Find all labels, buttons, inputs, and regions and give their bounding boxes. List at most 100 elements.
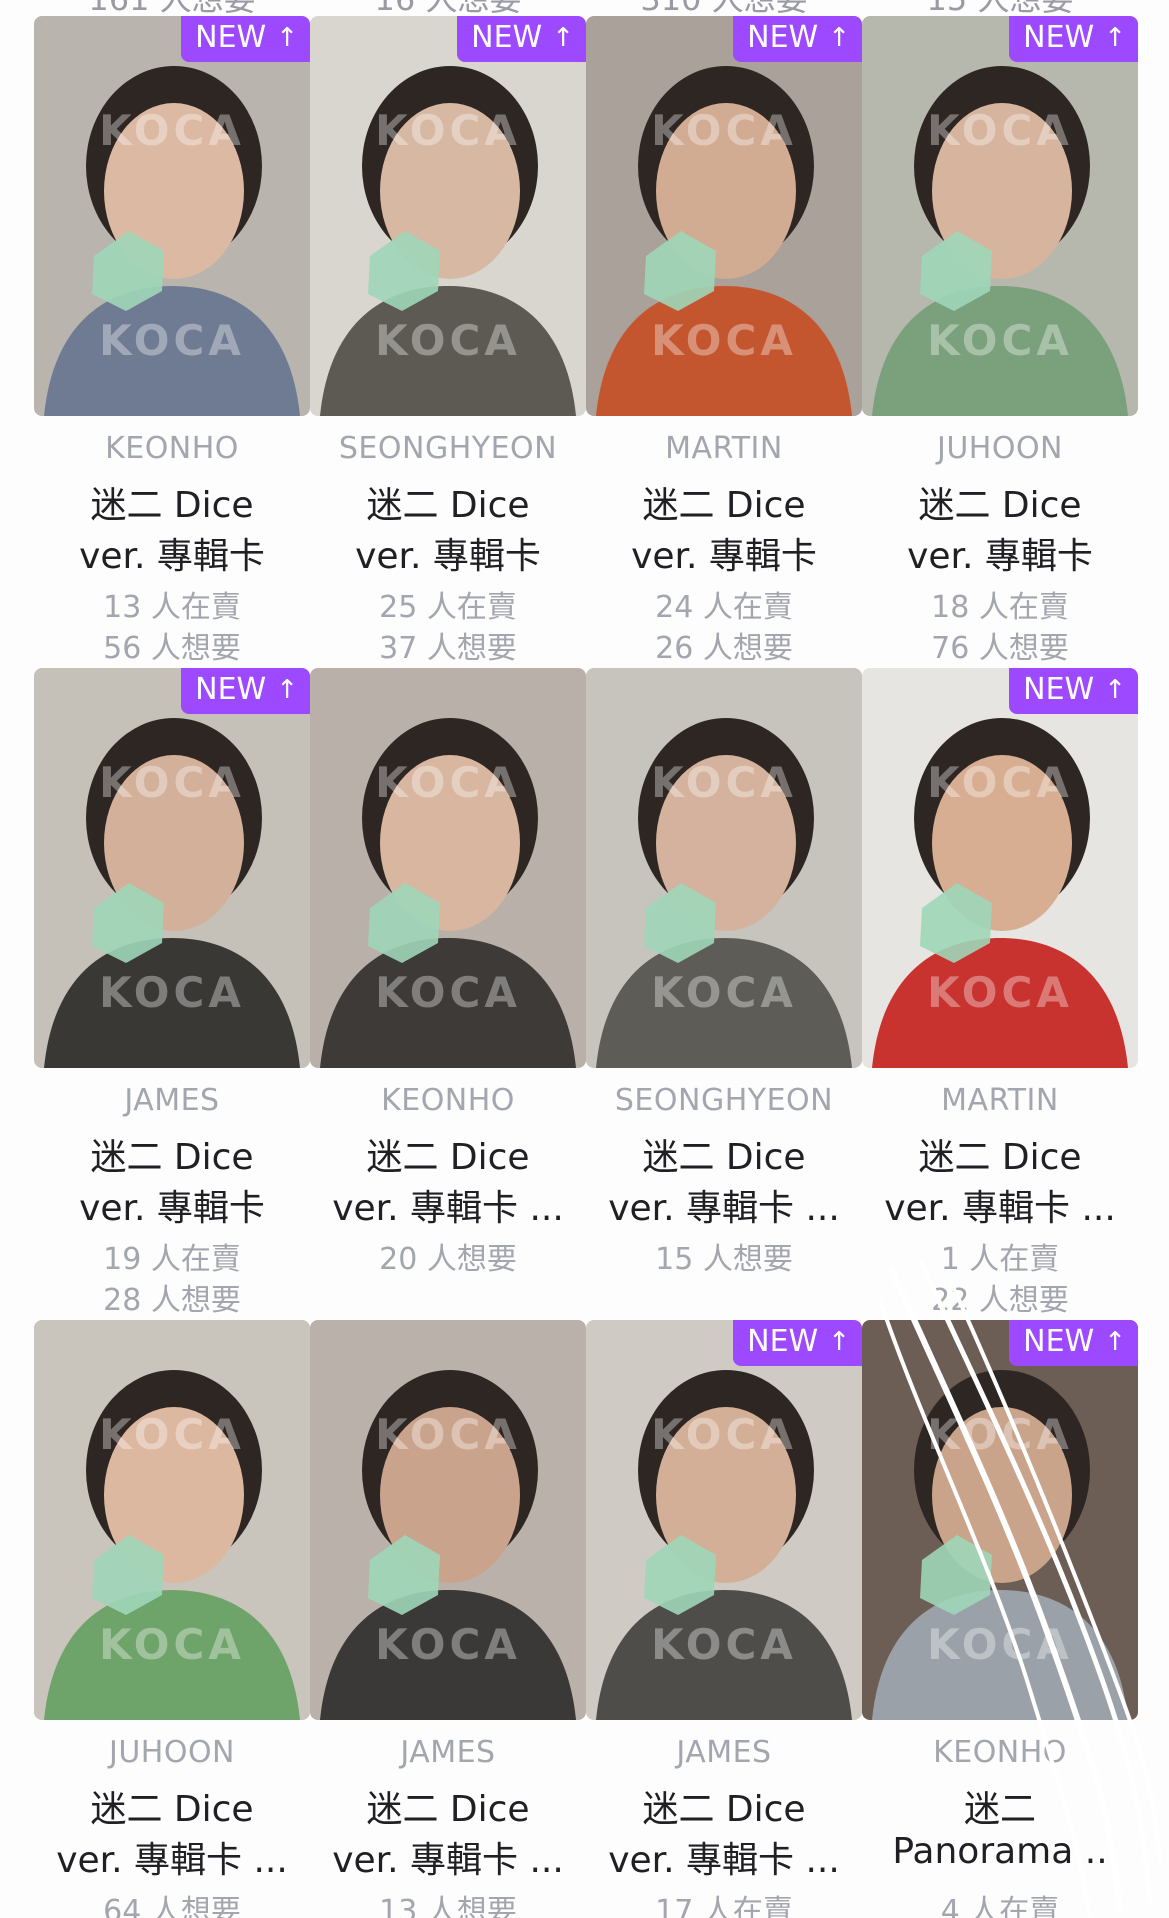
photocard-item[interactable]: KOCA KOCA SEONGHYEON 迷二 Dice ver. 專輯卡 ... 15 … (586, 668, 862, 1320)
member-name: JUHOON (936, 431, 1064, 466)
photocard-image[interactable]: KOCA KOCA NEW ↑ (34, 16, 310, 416)
card-title-line2: ver. 專輯卡 (631, 536, 817, 577)
card-stat-primary: 4 人在賣 (940, 1894, 1060, 1918)
photocard-image[interactable]: KOCA KOCA (310, 668, 586, 1068)
new-badge-label: NEW (1023, 1324, 1095, 1359)
card-stat-secondary: 26 人想要 (655, 631, 793, 666)
card-title-line2: ver. 專輯卡 (79, 1188, 265, 1229)
card-stat-secondary: 37 人想要 (379, 631, 517, 666)
photocard-image[interactable]: KOCA KOCA (310, 1320, 586, 1720)
photocard-image[interactable]: KOCA KOCA (586, 668, 862, 1068)
photocard-image[interactable]: KOCA KOCA (34, 1320, 310, 1720)
portrait-illustration (862, 16, 1138, 416)
card-title-line1: 迷二 (963, 1789, 1036, 1830)
photocard-item[interactable]: KOCA KOCA NEW ↑ KEONHO 迷二 Dice ver. 專輯卡 13 人在賣 5… (34, 16, 310, 668)
card-title-line2: ver. 專輯卡 (907, 536, 1093, 577)
card-title-line2: ver. 專輯卡 ... (608, 1840, 840, 1881)
portrait-illustration (862, 1320, 1138, 1720)
member-name: JUHOON (108, 1735, 236, 1770)
card-stat-primary: 17 人在賣 (655, 1894, 793, 1918)
card-title-line2: ver. 專輯卡 ... (332, 1840, 564, 1881)
card-title-line1: 迷二 Dice (90, 485, 254, 526)
new-badge: NEW ↑ (733, 16, 862, 62)
photocard-image[interactable]: KOCA KOCA NEW ↑ (862, 16, 1138, 416)
card-title-line1: 迷二 Dice (366, 1789, 530, 1830)
card-stat-primary: 15 人想要 (655, 1242, 793, 1277)
photocard-item[interactable]: KOCA KOCA JUHOON 迷二 Dice ver. 專輯卡 ... 64 人想要 (34, 1320, 310, 1918)
photocard-image[interactable]: KOCA KOCA NEW ↑ (862, 1320, 1138, 1720)
card-stat-secondary: 28 人想要 (103, 1283, 241, 1318)
new-badge-label: NEW (195, 672, 267, 707)
card-stat-primary: 1 人在賣 (940, 1242, 1060, 1277)
card-stat-secondary: 56 人想要 (103, 631, 241, 666)
member-name: JAMES (400, 1735, 496, 1770)
portrait-illustration (34, 1320, 310, 1720)
card-stat-primary: 20 人想要 (379, 1242, 517, 1277)
photocard-item[interactable]: KOCA KOCA NEW ↑ JAMES 迷二 Dice ver. 專輯卡 19 人在賣 28… (34, 668, 310, 1320)
card-title-line1: 迷二 Dice (90, 1789, 254, 1830)
card-stat-secondary: 76 人想要 (931, 631, 1069, 666)
card-title-line1: 迷二 Dice (642, 485, 806, 526)
new-badge: NEW ↑ (1009, 16, 1138, 62)
new-badge-label: NEW (747, 20, 819, 55)
photocard-image[interactable]: KOCA KOCA NEW ↑ (34, 668, 310, 1068)
arrow-up-icon: ↑ (828, 23, 850, 53)
card-title-line2: ver. 專輯卡 ... (332, 1188, 564, 1229)
new-badge-label: NEW (747, 1324, 819, 1359)
portrait-illustration (310, 1320, 586, 1720)
card-title-line1: 迷二 Dice (918, 1137, 1082, 1178)
arrow-up-icon: ↑ (1104, 675, 1126, 705)
member-name: KEONHO (105, 431, 239, 466)
new-badge-label: NEW (1023, 20, 1095, 55)
photocard-image[interactable]: KOCA KOCA NEW ↑ (586, 16, 862, 416)
previous-row-stat: 310 人想要 (586, 0, 862, 18)
photocard-item[interactable]: KOCA KOCA NEW ↑ JAMES 迷二 Dice ver. 專輯卡 ... 17 人… (586, 1320, 862, 1918)
portrait-illustration (862, 668, 1138, 1068)
member-name: SEONGHYEON (338, 431, 558, 466)
card-title-line2: Panorama .. (892, 1831, 1108, 1872)
card-title-line1: 迷二 Dice (366, 1137, 530, 1178)
arrow-up-icon: ↑ (828, 1327, 850, 1357)
card-stat-primary: 24 人在賣 (655, 590, 793, 625)
photocard-item[interactable]: KOCA KOCA NEW ↑ SEONGHYEON 迷二 Dice ver. 專輯卡 25 … (310, 16, 586, 668)
card-title-line1: 迷二 Dice (366, 485, 530, 526)
portrait-illustration (34, 16, 310, 416)
arrow-up-icon: ↑ (276, 675, 298, 705)
arrow-up-icon: ↑ (1104, 1327, 1126, 1357)
member-name: JAMES (124, 1083, 220, 1118)
photocard-image[interactable]: KOCA KOCA NEW ↑ (310, 16, 586, 416)
new-badge-label: NEW (195, 20, 267, 55)
card-title-line2: ver. 專輯卡 ... (884, 1188, 1116, 1229)
previous-row-stat: 16 人想要 (310, 0, 586, 18)
portrait-illustration (586, 1320, 862, 1720)
member-name: KEONHO (933, 1735, 1067, 1770)
photocard-item[interactable]: KOCA KOCA NEW ↑ KEONHO 迷二 Panorama .. 4 人在賣 (862, 1320, 1138, 1918)
previous-row-stat: 161 人想要 (34, 0, 310, 18)
arrow-up-icon: ↑ (1104, 23, 1126, 53)
photocard-image[interactable]: KOCA KOCA NEW ↑ (586, 1320, 862, 1720)
card-stat-primary: 13 人想要 (379, 1894, 517, 1918)
member-name: KEONHO (381, 1083, 515, 1118)
member-name: SEONGHYEON (614, 1083, 834, 1118)
new-badge: NEW ↑ (457, 16, 586, 62)
card-title-line2: ver. 專輯卡 ... (56, 1840, 288, 1881)
new-badge: NEW ↑ (181, 668, 310, 714)
photocard-item[interactable]: KOCA KOCA NEW ↑ MARTIN 迷二 Dice ver. 專輯卡 24 人在賣 2… (586, 16, 862, 668)
photocard-item[interactable]: KOCA KOCA KEONHO 迷二 Dice ver. 專輯卡 ... 20 人想要 (310, 668, 586, 1320)
card-title-line2: ver. 專輯卡 ... (608, 1188, 840, 1229)
card-title-line1: 迷二 Dice (918, 485, 1082, 526)
member-name: JAMES (676, 1735, 772, 1770)
photocard-image[interactable]: KOCA KOCA NEW ↑ (862, 668, 1138, 1068)
new-badge: NEW ↑ (1009, 1320, 1138, 1366)
portrait-illustration (586, 668, 862, 1068)
card-stat-secondary: 22 人想要 (931, 1283, 1069, 1318)
card-stat-primary: 64 人想要 (103, 1894, 241, 1918)
arrow-up-icon: ↑ (276, 23, 298, 53)
new-badge-label: NEW (1023, 672, 1095, 707)
arrow-up-icon: ↑ (552, 23, 574, 53)
photocard-item[interactable]: KOCA KOCA JAMES 迷二 Dice ver. 專輯卡 ... 13 人想要 (310, 1320, 586, 1918)
card-stat-primary: 25 人在賣 (379, 590, 517, 625)
photocard-item[interactable]: KOCA KOCA NEW ↑ JUHOON 迷二 Dice ver. 專輯卡 18 人在賣 7… (862, 16, 1138, 668)
card-title-line2: ver. 專輯卡 (79, 536, 265, 577)
photocard-item[interactable]: KOCA KOCA NEW ↑ MARTIN 迷二 Dice ver. 專輯卡 ... 1 人… (862, 668, 1138, 1320)
